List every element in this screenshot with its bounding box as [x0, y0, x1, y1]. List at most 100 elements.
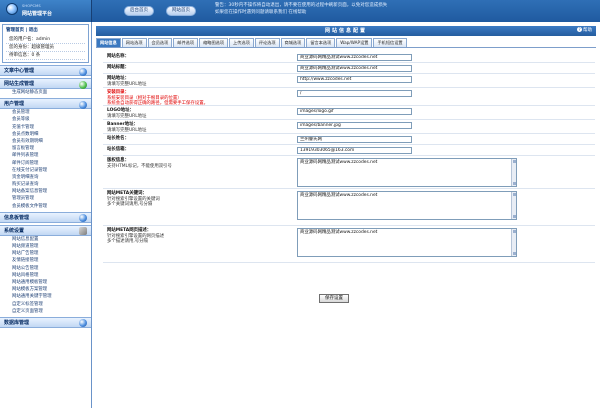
text-input[interactable]: /	[297, 90, 412, 97]
sidebar-section-title: 用户管理	[4, 101, 25, 108]
field-label: 版权信息：	[107, 158, 129, 163]
textarea-value: 商业源码网精品测试www.zzcodes.net	[300, 230, 378, 235]
tab-0[interactable]: 网站信息	[96, 38, 121, 47]
tab-8[interactable]: 留言本选项	[306, 38, 336, 47]
sidebar-section-title: 信息板管理	[4, 214, 30, 221]
top-bar: SHOPCMS 网站管理平台 后台首页 网站首页 警告：30秒内不操作将自动退出…	[0, 0, 600, 22]
field-label-block: 网站标题：	[107, 65, 129, 71]
user-role-row: 您的身份：超级管理员	[6, 44, 85, 52]
admin-home-button[interactable]: 后台首页	[124, 6, 154, 16]
sidebar-item[interactable]: 网站广告管理	[0, 250, 91, 257]
scrollbar[interactable]	[511, 192, 516, 219]
scrollbar[interactable]	[511, 159, 516, 186]
sidebar-item[interactable]: 邮件列表管理	[0, 152, 91, 159]
expand-icon	[79, 100, 87, 109]
tab-3[interactable]: 邮件选项	[173, 38, 199, 47]
site-home-button[interactable]: 网站首页	[166, 6, 196, 16]
sidebar-item[interactable]: 会员管理	[0, 109, 91, 116]
sidebar-section-title: 系统设置	[4, 227, 25, 234]
sidebar-item[interactable]: 在线支付记录管理	[0, 167, 91, 174]
sidebar-item[interactable]: 网站通用模板管理	[0, 279, 91, 286]
sidebar-item[interactable]: 网站备案信息管理	[0, 188, 91, 195]
field-label-block: 网站名称：	[107, 54, 129, 60]
sidebar-item[interactable]: 会员有效期明细	[0, 138, 91, 145]
field-description: 支持HTML标记，不能使用双引号	[107, 163, 172, 169]
sidebar-item[interactable]: 网站通用关键字管理	[0, 293, 91, 300]
field-label: 网站META关键词：	[107, 191, 147, 196]
notice-line-2: 如果您在操作时遇到问题请联系我们 在线帮助	[215, 9, 307, 15]
field-label: 网站标题：	[107, 65, 129, 70]
form-row: 网站名称： 商业源码网精品测试www.zzcodes.net	[103, 52, 595, 63]
textarea-input[interactable]: 商业源码网精品测试www.zzcodes.net	[297, 158, 517, 187]
form-row: 站长姓名： 兰州睿氏网	[103, 134, 595, 145]
sidebar-item[interactable]: 网站模板方案管理	[0, 286, 91, 293]
tab-5[interactable]: 上传选项	[229, 38, 254, 47]
globe-logo-icon	[6, 3, 18, 15]
user-links[interactable]: 管理首页 | 退出	[6, 27, 85, 33]
field-label-block: LOGO地址： 请填写完整URL地址	[107, 108, 146, 119]
sidebar-section-title: 文章中心管理	[4, 68, 35, 74]
sidebar-item[interactable]: 自定义标签管理	[0, 301, 91, 308]
tab-10[interactable]: 手机短信设置	[373, 38, 407, 47]
scrollbar[interactable]	[511, 229, 516, 256]
tab-2[interactable]: 会员选项	[147, 38, 173, 47]
sidebar-section-title: 数据库管理	[4, 319, 30, 326]
text-input[interactable]: 商业源码网精品测试www.zzcodes.net	[297, 54, 412, 61]
sidebar-item[interactable]: 购买记录查询	[0, 181, 91, 188]
sidebar-item[interactable]: 管理员管理	[0, 195, 91, 202]
sidebar-item[interactable]: 会员点数明细	[0, 131, 91, 138]
help-icon: ?	[577, 27, 582, 32]
sidebar-item[interactable]: 网站频道管理	[0, 243, 91, 250]
textarea-input[interactable]: 商业源码网精品测试www.zzcodes.net	[297, 191, 517, 220]
field-label: Banner地址：	[107, 122, 138, 127]
form-row: LOGO地址： 请填写完整URL地址 images/logo.gif	[103, 106, 595, 120]
sidebar-item[interactable]: 网站风格管理	[0, 272, 91, 279]
form-row: 站长信箱： 13919303065@163.com	[103, 145, 595, 156]
sidebar-section-0[interactable]: 文章中心管理	[0, 65, 91, 76]
text-input[interactable]: images/banner.jpg	[297, 122, 412, 129]
sidebar-item[interactable]: 自定义页面管理	[0, 308, 91, 315]
help-link[interactable]: ? 帮助	[577, 26, 592, 36]
field-label-block: Banner地址： 请填写完整URL地址	[107, 122, 146, 133]
field-label: 站长信箱：	[107, 147, 129, 152]
form-row: 网站地址： 请填写完整URL地址 http://www.zzcodes.net	[103, 74, 595, 88]
sidebar-section-1[interactable]: 网站生成管理	[0, 78, 91, 89]
sidebar: 管理首页 | 退出 您的用户名：admin 您的身份：超级管理员 待审信息：0 …	[0, 22, 92, 408]
text-input[interactable]: 兰州睿氏网	[297, 136, 412, 143]
form-row: 网站标题： 商业源码网精品测试www.zzcodes.net	[103, 63, 595, 74]
textarea-input[interactable]: 商业源码网精品测试www.zzcodes.net	[297, 228, 517, 257]
textarea-value: 商业源码网精品测试www.zzcodes.net	[300, 193, 378, 198]
field-label: 安装目录：	[107, 90, 129, 95]
sidebar-item[interactable]: 资金明细查询	[0, 174, 91, 181]
sidebar-item[interactable]: 会员模板文件管理	[0, 203, 91, 210]
sidebar-item[interactable]: 会员等级	[0, 116, 91, 123]
tab-4[interactable]: 缩略图选项	[199, 38, 229, 47]
text-input[interactable]: 13919303065@163.com	[297, 147, 412, 154]
tools-icon	[79, 227, 87, 236]
tab-7[interactable]: 商城选项	[280, 38, 306, 47]
form-row: 安装目录： 系统安装目录（相对于根目录的位置） 系统会自动获得正确的路径，但需要手工…	[103, 88, 595, 106]
sidebar-section-4[interactable]: 系统设置	[0, 224, 91, 236]
form-row: Banner地址： 请填写完整URL地址 images/banner.jpg	[103, 120, 595, 134]
save-button[interactable]: 保存设置	[319, 294, 349, 303]
text-input[interactable]: http://www.zzcodes.net	[297, 76, 412, 83]
sidebar-item[interactable]: 友情链接管理	[0, 257, 91, 264]
field-description: 请填写完整URL地址	[107, 127, 147, 133]
text-input[interactable]: 商业源码网精品测试www.zzcodes.net	[297, 65, 412, 72]
sidebar-item[interactable]: 邮件订阅管理	[0, 160, 91, 167]
tab-6[interactable]: 评论选项	[254, 38, 280, 47]
sidebar-item[interactable]: 网站信息配置	[0, 236, 91, 243]
sidebar-item[interactable]: 充值卡管理	[0, 124, 91, 131]
pending-row: 待审信息：0 条	[6, 52, 85, 60]
sidebar-item[interactable]: 网站公告管理	[0, 265, 91, 272]
expand-icon	[79, 214, 87, 223]
sidebar-section-5[interactable]: 数据库管理	[0, 316, 91, 328]
sidebar-item[interactable]: 生成网站静态页面	[0, 89, 91, 96]
sidebar-item[interactable]: 留言板管理	[0, 145, 91, 152]
sidebar-section-2[interactable]: 用户管理	[0, 98, 91, 110]
page-title-bar: 网站信息配置 ? 帮助	[96, 26, 596, 36]
sidebar-section-3[interactable]: 信息板管理	[0, 211, 91, 223]
text-input[interactable]: images/logo.gif	[297, 108, 412, 115]
tab-1[interactable]: 网站选项	[121, 38, 147, 47]
tab-9[interactable]: Wap/WAP设置	[336, 38, 373, 47]
